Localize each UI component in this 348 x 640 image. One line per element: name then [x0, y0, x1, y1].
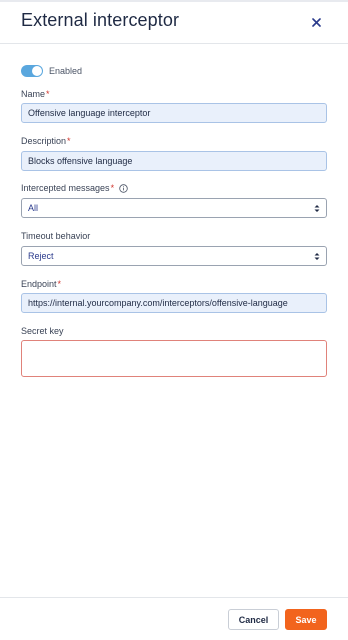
endpoint-input[interactable]: https://internal.yourcompany.com/interce… — [21, 293, 327, 313]
info-icon[interactable] — [119, 183, 128, 193]
required-mark: * — [67, 136, 71, 146]
secret-key-label: Secret key — [21, 326, 64, 336]
enabled-toggle-row: Enabled — [21, 64, 82, 78]
name-input-value: Offensive language interceptor — [28, 108, 151, 118]
timeout-behavior-label: Timeout behavior — [21, 231, 90, 241]
endpoint-label-text: Endpoint — [21, 279, 57, 289]
enabled-label: Enabled — [49, 66, 83, 76]
timeout-behavior-selected: Reject — [28, 251, 54, 261]
name-label: Name * — [21, 89, 50, 99]
timeout-behavior-label-text: Timeout behavior — [21, 231, 91, 241]
panel-header: External interceptor — [0, 2, 348, 44]
endpoint-label: Endpoint * — [21, 279, 61, 289]
save-button[interactable]: Save — [285, 609, 327, 630]
intercepted-messages-label: Intercepted messages * — [21, 183, 128, 193]
enabled-toggle[interactable] — [21, 65, 43, 77]
required-mark: * — [110, 183, 115, 193]
select-arrows-icon — [314, 252, 320, 261]
close-icon — [311, 14, 321, 32]
description-input[interactable]: Blocks offensive language — [21, 151, 327, 171]
secret-key-input[interactable] — [21, 340, 327, 377]
intercepted-messages-label-text: Intercepted messages — [21, 183, 110, 193]
endpoint-input-value: https://internal.yourcompany.com/interce… — [28, 298, 288, 308]
close-button[interactable] — [304, 11, 328, 35]
select-arrows-icon — [314, 204, 320, 213]
name-input[interactable]: Offensive language interceptor — [21, 103, 327, 123]
name-label-text: Name — [21, 89, 46, 99]
cancel-button[interactable]: Cancel — [228, 609, 279, 630]
description-label: Description * — [21, 136, 71, 146]
secret-key-label-text: Secret key — [21, 326, 64, 336]
description-label-text: Description — [21, 136, 67, 146]
timeout-behavior-select[interactable]: Reject — [21, 246, 327, 266]
intercepted-messages-select[interactable]: All — [21, 198, 327, 218]
description-input-value: Blocks offensive language — [28, 156, 133, 166]
required-mark: * — [46, 89, 50, 99]
required-mark: * — [57, 279, 62, 289]
intercepted-messages-selected: All — [28, 203, 39, 213]
toggle-knob — [32, 66, 42, 76]
panel-footer: Cancel Save — [0, 597, 348, 640]
panel-title: External interceptor — [21, 10, 180, 30]
